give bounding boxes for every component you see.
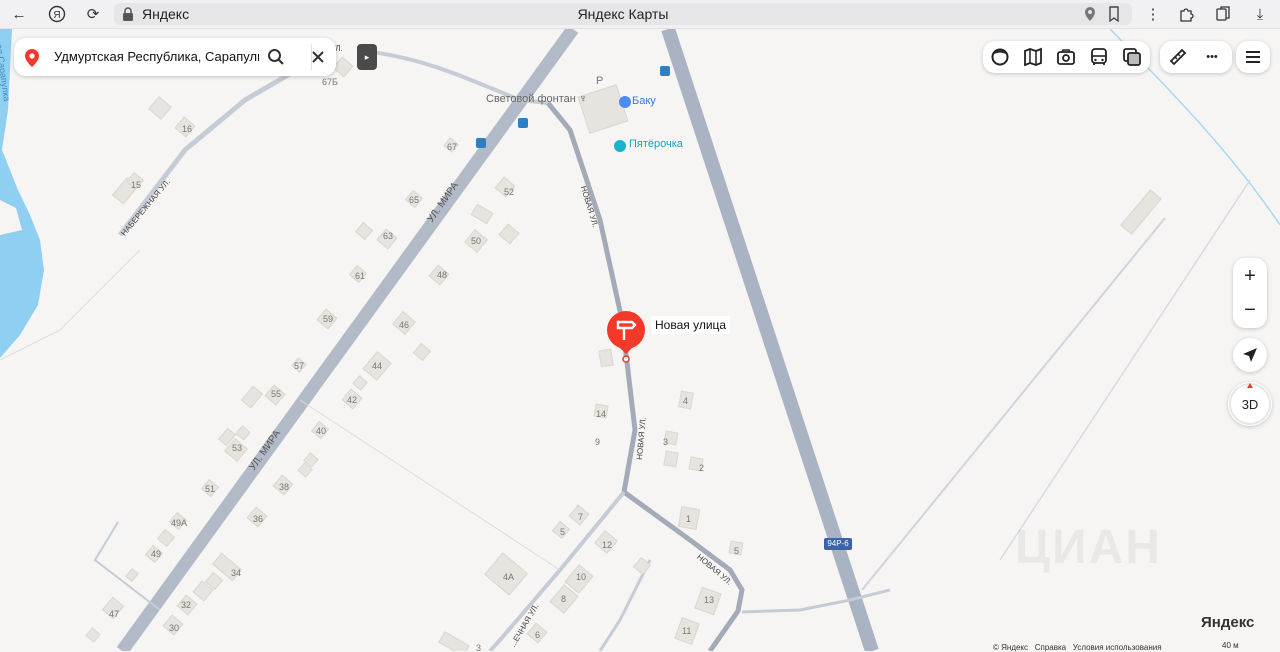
- road-west-path: [299, 399, 561, 571]
- house-number: 48: [437, 270, 448, 280]
- reload-icon[interactable]: ⟳: [82, 3, 104, 25]
- house-number: 15: [131, 180, 142, 190]
- menu-panel: [1236, 41, 1270, 73]
- road-west-left: [93, 521, 161, 611]
- tools-panel: •••: [1160, 41, 1232, 73]
- road-east: [741, 588, 891, 614]
- scale-label: 40 м: [1222, 641, 1239, 650]
- house-number: 7: [578, 512, 584, 522]
- house-number: 38: [279, 482, 290, 492]
- house-number: 13: [704, 595, 715, 605]
- poi-fountain[interactable]: Световой фонтан ♆: [486, 93, 587, 105]
- house-number: 3: [663, 437, 669, 447]
- pyaterochka-icon: [614, 140, 626, 152]
- collections-icon[interactable]: [1212, 3, 1234, 25]
- search-icon[interactable]: [267, 48, 285, 66]
- yandex-browser-icon[interactable]: Я: [46, 3, 68, 25]
- ruler-icon[interactable]: [1168, 47, 1188, 67]
- location-pin-icon: [25, 49, 39, 67]
- house-number: 52: [504, 187, 515, 197]
- watermark: ЦИАН: [1015, 521, 1162, 574]
- poi-pyaterochka[interactable]: Пятёрочка: [629, 138, 683, 150]
- house-number: 46: [399, 320, 410, 330]
- house-number: 61: [355, 271, 366, 281]
- extensions-icon[interactable]: [1175, 3, 1197, 25]
- house-number: 12: [602, 540, 613, 550]
- house-number: 5: [734, 546, 740, 556]
- map-guide-icon[interactable]: [1023, 47, 1043, 67]
- house-number: 57: [294, 361, 305, 371]
- house-number: 1: [686, 514, 692, 524]
- zoom-in-button[interactable]: +: [1233, 262, 1267, 290]
- house-number: 40: [316, 426, 327, 436]
- photo-icon[interactable]: [1056, 47, 1076, 67]
- bookmark-icon[interactable]: [1108, 6, 1120, 22]
- house-number: 63: [383, 231, 394, 241]
- baku-icon: [619, 96, 631, 108]
- house-number: 67: [447, 142, 458, 152]
- collapse-panel-button[interactable]: ▸: [357, 44, 377, 70]
- download-icon[interactable]: ⤓: [1249, 3, 1271, 25]
- poi-parking[interactable]: P: [596, 75, 603, 87]
- location-pin-icon[interactable]: [1084, 6, 1096, 22]
- house-number: 5: [560, 527, 566, 537]
- house-number: 2: [699, 463, 705, 473]
- three-d-button[interactable]: 3D: [1228, 394, 1272, 414]
- house-number: 67Б: [322, 77, 338, 87]
- house-number: 30: [169, 623, 180, 633]
- close-icon[interactable]: [311, 50, 325, 64]
- house-number: 10: [576, 572, 587, 582]
- house-number: 14: [596, 409, 607, 419]
- menu-icon[interactable]: [1244, 48, 1262, 66]
- layers-panel: [983, 41, 1150, 73]
- house-number: 53: [232, 443, 243, 453]
- search-input[interactable]: Удмуртская Республика, Сарапульск: [54, 49, 259, 64]
- house-number: 47: [109, 609, 120, 619]
- panorama-icon[interactable]: [990, 47, 1010, 67]
- page-title: Яндекс Карты: [577, 6, 669, 22]
- house-number: 3: [476, 643, 482, 651]
- locate-panel: [1233, 338, 1267, 372]
- house-number: 11: [682, 626, 692, 636]
- search-panel[interactable]: Удмуртская Республика, Сарапульск: [14, 38, 336, 76]
- house-number: 9: [595, 437, 601, 447]
- house-number: 42: [347, 395, 358, 405]
- house-number: 32: [181, 600, 192, 610]
- more-icon[interactable]: •••: [1200, 47, 1224, 67]
- house-number: 51: [205, 484, 216, 494]
- yandex-logo: Яндекс: [1201, 614, 1254, 631]
- more-vertical-icon[interactable]: ⋮: [1142, 3, 1164, 25]
- yandex-logo-text: Яндекс: [1201, 614, 1255, 631]
- house-number: 65: [409, 195, 420, 205]
- poi-fountain-label: Световой фонтан: [486, 93, 576, 105]
- zoom-panel: + −: [1233, 258, 1267, 328]
- house-number: 16: [182, 124, 193, 134]
- three-d-panel: 3D: [1228, 382, 1272, 426]
- browser-toolbar: ← Я ⟳ Яндекс Яндекс Карты ⋮ ⤓: [0, 0, 1280, 29]
- house-number: 55: [271, 389, 282, 399]
- layers-icon[interactable]: [1122, 47, 1142, 67]
- house-number: 49А: [171, 518, 188, 528]
- house-number: 50: [471, 236, 482, 246]
- house-number: 36: [253, 514, 264, 524]
- road-naberezhnaya: [118, 49, 334, 237]
- address-bar[interactable]: Яндекс Яндекс Карты: [114, 3, 1132, 25]
- bus-icon[interactable]: [1089, 47, 1109, 67]
- road-east-2: [999, 179, 1251, 561]
- house-number: 4: [683, 396, 689, 406]
- highway-label: 94Р-6: [827, 539, 849, 548]
- house-number: 6: [535, 630, 541, 640]
- marker-label[interactable]: Новая улица: [651, 316, 731, 334]
- house-number: 44: [372, 361, 383, 371]
- zoom-out-button[interactable]: −: [1233, 296, 1267, 324]
- geolocation-icon[interactable]: [1241, 346, 1259, 364]
- poi-baku[interactable]: Баку: [632, 95, 656, 107]
- back-icon[interactable]: ←: [8, 3, 30, 25]
- house-number: 59: [323, 314, 334, 324]
- house-number: 49: [151, 549, 162, 559]
- svg-text:Я: Я: [53, 10, 60, 21]
- house-number: 4А: [503, 572, 515, 582]
- house-number: 34: [231, 568, 242, 578]
- house-number: 8: [561, 594, 567, 604]
